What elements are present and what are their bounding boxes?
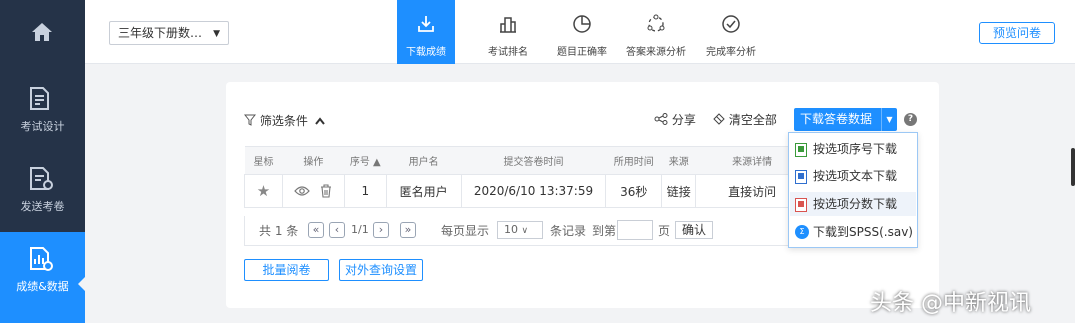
share-button[interactable]: 分享	[654, 111, 696, 128]
page-size-select[interactable]: 10 ∨	[497, 221, 543, 239]
page-indicator: 1/1	[351, 223, 369, 236]
tab-exam-ranking[interactable]: 考试排名	[483, 0, 533, 64]
per-page-label: 每页显示	[441, 224, 490, 238]
star-icon[interactable]: ★	[244, 174, 283, 208]
menu-item-label: 按选项序号下载	[813, 142, 898, 156]
menu-item-download-by-text[interactable]: 按选项文本下载	[795, 164, 897, 188]
total-count: 共 1 条	[259, 224, 299, 238]
topbar: 三年级下册数… ▼ 下载成绩 考试排名 题目正确率 答案来源分析 完成率分析 预…	[85, 0, 1075, 64]
goto-label: 到第	[592, 224, 617, 238]
sidebar-item-home[interactable]	[0, 0, 85, 70]
check-circle-icon	[722, 15, 740, 33]
filter-icon	[243, 114, 257, 126]
pagination: 共 1 条 « ‹ 1/1 › » 每页显示 10 ∨ 条记录 到第 页 确认	[244, 216, 809, 246]
source-icon	[647, 14, 665, 32]
home-icon	[32, 23, 52, 41]
tab-label: 考试排名	[488, 47, 528, 58]
external-query-settings-button[interactable]: 对外查询设置	[339, 259, 423, 281]
col-header-submit-time: 提交答卷时间	[461, 146, 606, 175]
cell-duration: 36秒	[605, 174, 663, 208]
sidebar-item-label: 发送考卷	[20, 200, 65, 213]
excel-file-icon	[795, 170, 807, 184]
last-page-icon[interactable]: »	[400, 222, 416, 238]
tab-question-accuracy[interactable]: 题目正确率	[553, 0, 611, 64]
cell-source: 链接	[661, 174, 697, 208]
col-header-duration: 所用时间	[605, 146, 662, 175]
share-icon	[654, 113, 668, 125]
view-icon[interactable]	[294, 185, 311, 197]
caret-down-icon: ▼	[213, 29, 220, 39]
next-page-icon[interactable]: ›	[373, 222, 389, 238]
cell-submit-time: 2020/6/10 13:37:59	[461, 174, 607, 208]
sidebar-item-results-data[interactable]: 成绩&数据	[0, 232, 86, 323]
filter-label: 筛选条件	[259, 114, 308, 128]
cell-user: 匿名用户	[386, 174, 462, 208]
eraser-icon	[713, 113, 725, 125]
menu-item-download-spss[interactable]: Σ 下载到SPSS(.sav)	[795, 220, 913, 244]
responses-table: 星标 操作 序号 ▲ 用户名 提交答卷时间 所用时间 来源 来源详情 ★ 1 匿…	[244, 146, 809, 208]
tab-label: 完成率分析	[706, 47, 756, 58]
sidebar: 考试设计 发送考卷 成绩&数据	[0, 0, 86, 323]
help-icon[interactable]: ?	[904, 113, 917, 126]
share-label: 分享	[671, 113, 696, 127]
confirm-page-button[interactable]: 确认	[675, 221, 714, 239]
tab-label: 题目正确率	[557, 47, 607, 58]
page-unit-label: 页	[658, 224, 671, 238]
chevron-down-icon: ∨	[521, 226, 529, 236]
tab-answer-source[interactable]: 答案来源分析	[623, 0, 689, 64]
menu-item-label: 下载到SPSS(.sav)	[813, 225, 913, 239]
ranking-icon	[500, 17, 516, 33]
download-data-label: 下载答卷数据	[800, 112, 873, 126]
excel-file-icon	[795, 143, 807, 157]
scrollbar-handle[interactable]	[1071, 148, 1075, 186]
caret-down-icon[interactable]: ▼	[881, 108, 897, 131]
active-pointer	[78, 276, 86, 292]
records-label: 条记录	[550, 224, 587, 238]
filter-toggle[interactable]: 筛选条件	[243, 112, 325, 129]
delete-icon[interactable]	[320, 183, 332, 198]
sidebar-item-exam-design[interactable]: 考试设计	[0, 72, 85, 152]
download-options-menu: 按选项序号下载 按选项文本下载 按选项分数下载 Σ 下载到SPSS(.sav)	[788, 132, 918, 248]
table-header-row: 星标 操作 序号 ▲ 用户名 提交答卷时间 所用时间 来源 来源详情	[244, 146, 809, 175]
table-row: ★ 1 匿名用户 2020/6/10 13:37:59 36秒 链接 直接访问	[244, 174, 809, 208]
clear-all-label: 清空全部	[728, 113, 777, 127]
tab-label: 下载成绩	[406, 47, 446, 58]
send-exam-icon	[30, 167, 53, 190]
download-icon	[418, 16, 434, 32]
tab-completion-rate[interactable]: 完成率分析	[703, 0, 759, 64]
sidebar-item-label: 考试设计	[20, 120, 65, 133]
preview-survey-button[interactable]: 预览问卷	[979, 22, 1055, 44]
col-header-actions: 操作	[282, 146, 345, 175]
menu-item-download-by-seq[interactable]: 按选项序号下载	[795, 137, 897, 161]
col-header-source: 来源	[661, 146, 696, 175]
survey-select-value: 三年级下册数…	[118, 26, 203, 40]
download-data-button[interactable]: 下载答卷数据 ▼	[794, 108, 897, 131]
pie-icon	[573, 15, 591, 33]
batch-grading-button[interactable]: 批量阅卷	[244, 259, 329, 281]
menu-item-label: 按选项分数下载	[813, 197, 898, 211]
tab-label: 答案来源分析	[626, 47, 686, 58]
col-header-star: 星标	[244, 146, 283, 175]
col-header-user: 用户名	[386, 146, 462, 175]
goto-page-input[interactable]	[617, 220, 653, 240]
spss-icon: Σ	[795, 225, 809, 239]
first-page-icon[interactable]: «	[308, 222, 324, 238]
menu-item-download-by-score[interactable]: 按选项分数下载	[790, 192, 916, 216]
page-size-value: 10	[504, 223, 518, 236]
cell-seq: 1	[344, 174, 387, 208]
sidebar-item-send-exam[interactable]: 发送考卷	[0, 152, 85, 232]
col-header-seq[interactable]: 序号 ▲	[344, 146, 387, 175]
excel-file-icon	[795, 198, 807, 212]
menu-item-label: 按选项文本下载	[813, 169, 898, 183]
chevron-up-icon	[314, 117, 325, 125]
prev-page-icon[interactable]: ‹	[329, 222, 345, 238]
clear-all-button[interactable]: 清空全部	[712, 111, 777, 128]
exam-design-icon	[30, 87, 49, 110]
row-actions	[282, 174, 345, 208]
results-data-icon	[30, 247, 53, 271]
watermark: 头条 @中新视讯	[870, 291, 1031, 316]
sidebar-item-label: 成绩&数据	[16, 280, 69, 293]
tab-download-results[interactable]: 下载成绩	[397, 0, 455, 64]
survey-select[interactable]: 三年级下册数… ▼	[109, 21, 229, 45]
